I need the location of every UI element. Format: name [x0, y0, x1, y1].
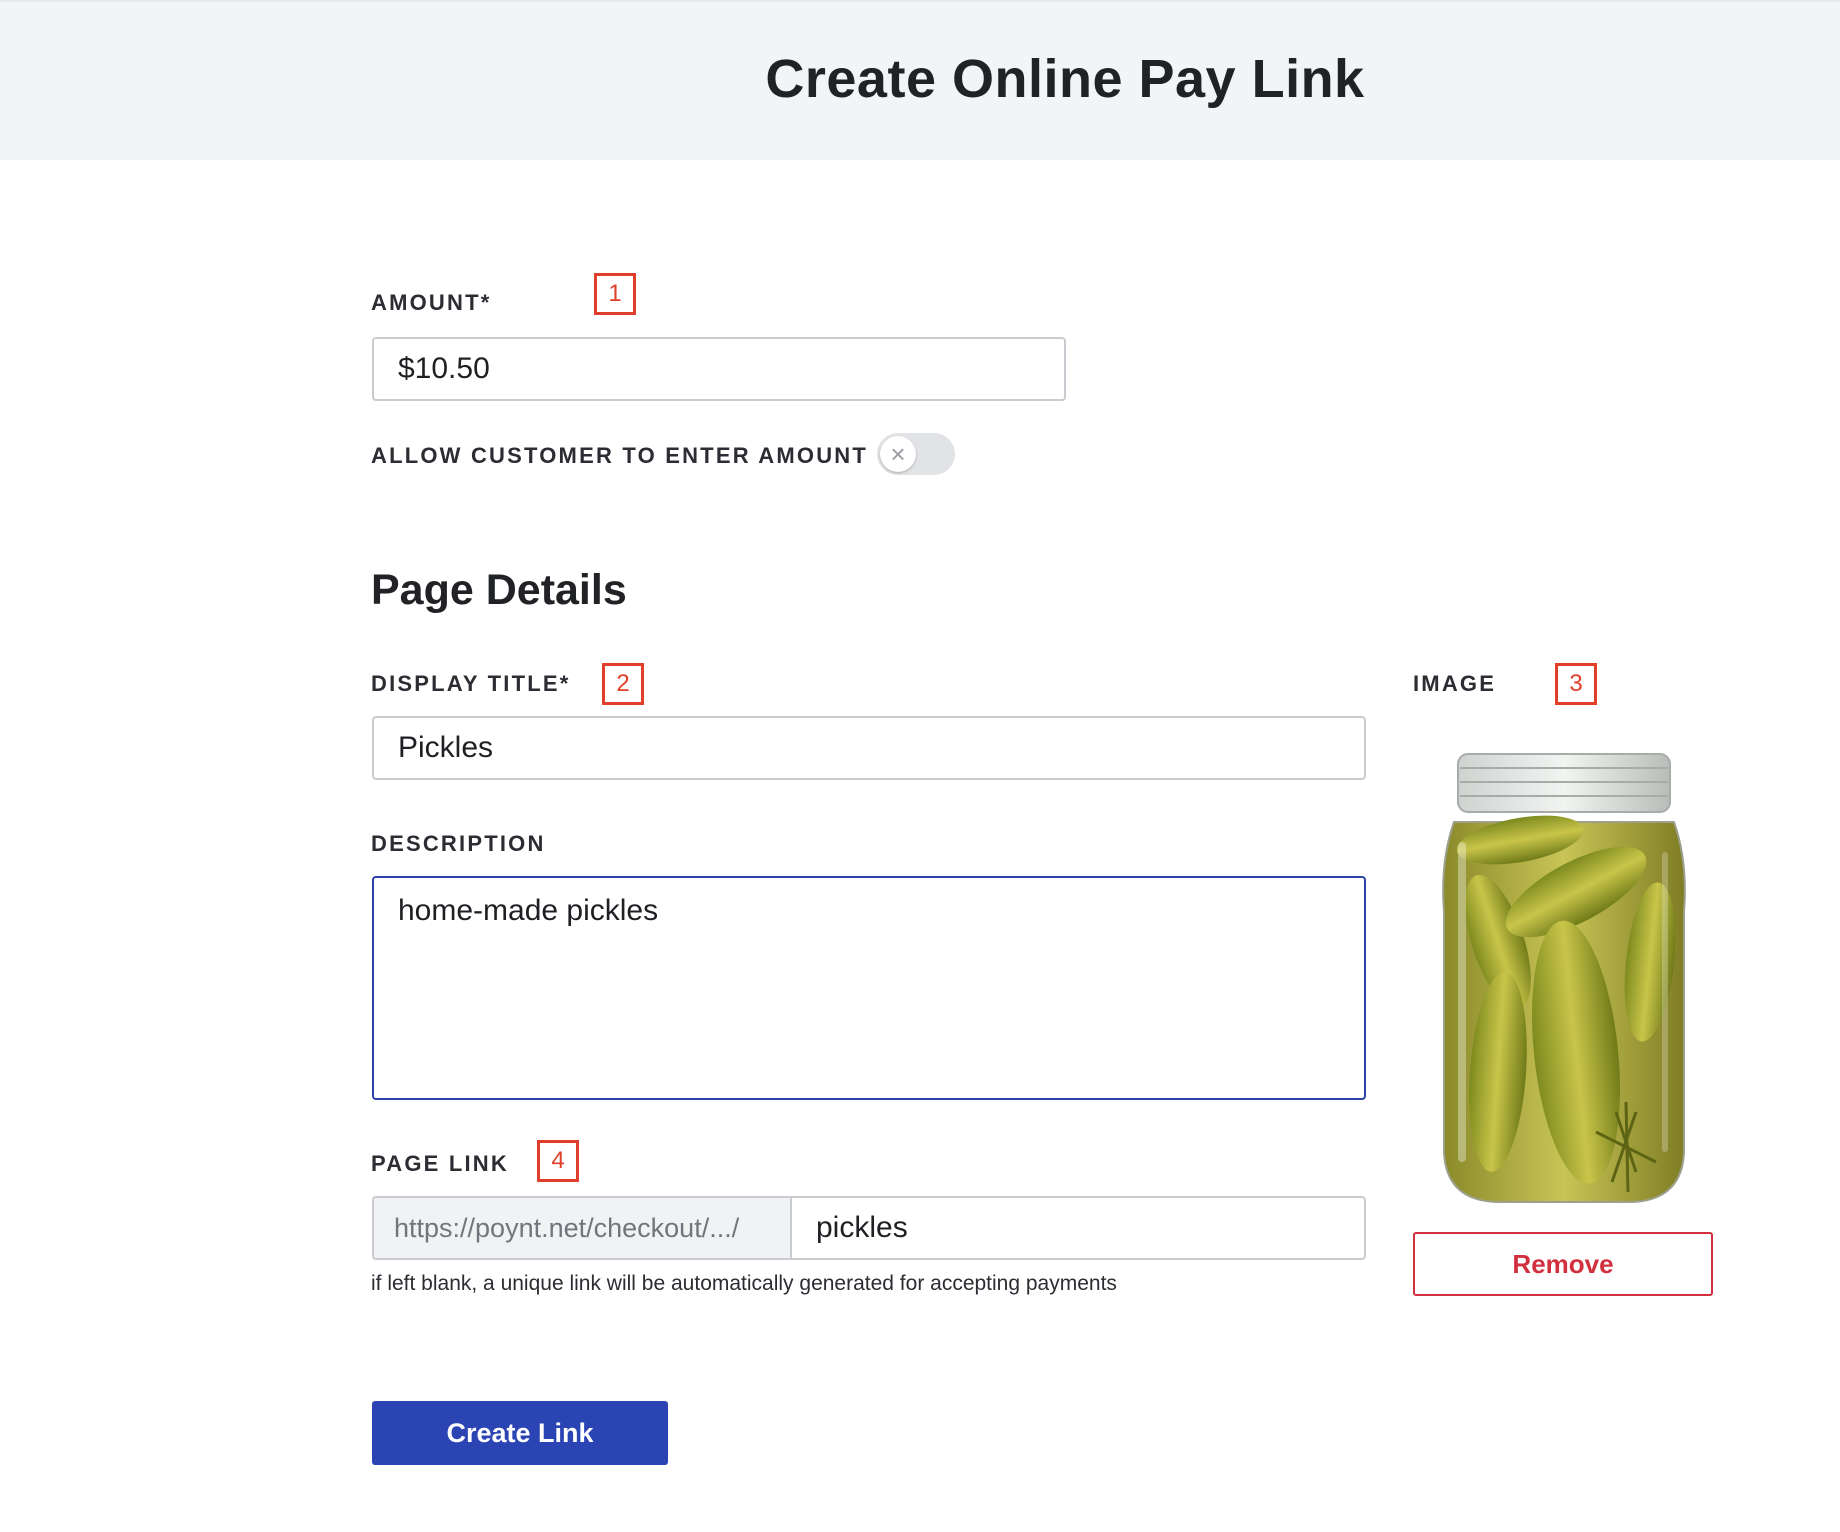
pickle-jar-image [1442, 753, 1686, 1203]
page-header: Create Online Pay Link [0, 0, 1840, 160]
description-textarea[interactable]: home-made pickles [372, 876, 1366, 1100]
annotation-marker-1: 1 [594, 273, 636, 315]
page-link-prefix: https://poynt.net/checkout/.../ [372, 1196, 790, 1260]
display-title-label: DISPLAY TITLE* [371, 671, 571, 696]
amount-label: AMOUNT* [371, 290, 492, 315]
page-link-label: PAGE LINK [371, 1151, 509, 1176]
image-label: IMAGE [1413, 671, 1497, 696]
page-link-input[interactable]: pickles [790, 1196, 1366, 1260]
description-label: DESCRIPTION [371, 831, 546, 856]
annotation-marker-4: 4 [537, 1140, 579, 1182]
allow-custom-amount-label: ALLOW CUSTOMER TO ENTER AMOUNT [371, 443, 869, 468]
page-details-heading: Page Details [371, 566, 627, 614]
amount-input[interactable]: $10.50 [372, 337, 1066, 401]
create-link-button[interactable]: Create Link [372, 1401, 668, 1465]
display-title-input[interactable]: Pickles [372, 716, 1366, 780]
page-title: Create Online Pay Link [765, 49, 1365, 109]
annotation-marker-3: 3 [1555, 663, 1597, 705]
page-link-helper-text: if left blank, a unique link will be aut… [371, 1272, 1117, 1295]
annotation-marker-2: 2 [602, 663, 644, 705]
toggle-off-icon: × [880, 436, 916, 472]
remove-image-button[interactable]: Remove [1413, 1232, 1713, 1296]
allow-custom-amount-toggle[interactable]: × [877, 433, 955, 475]
